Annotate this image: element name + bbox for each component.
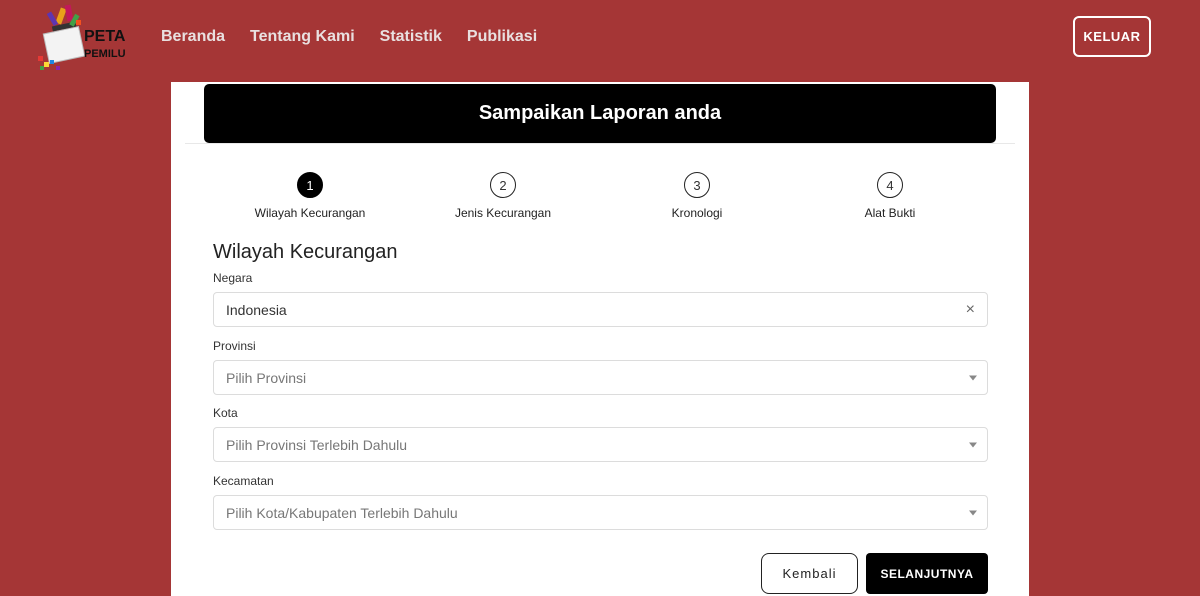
step-number: 4	[877, 172, 903, 198]
step-label: Kronologi	[671, 206, 723, 220]
navbar: PETA PEMILU Beranda Tentang Kami Statist…	[0, 0, 1200, 78]
step-wilayah-kecurangan[interactable]: 1 Wilayah Kecurangan	[235, 172, 385, 220]
kota-placeholder: Pilih Provinsi Terlebih Dahulu	[226, 436, 408, 453]
kecamatan-select[interactable]: Pilih Kota/Kabupaten Terlebih Dahulu	[213, 495, 988, 530]
step-label: Wilayah Kecurangan	[254, 206, 366, 220]
negara-value: Indonesia	[226, 301, 287, 318]
provinsi-label: Provinsi	[213, 339, 256, 353]
back-button[interactable]: Kembali	[761, 553, 858, 594]
report-card: Sampaikan Laporan anda 1 Wilayah Kecuran…	[171, 82, 1029, 596]
nav-links: Beranda Tentang Kami Statistik Publikasi	[161, 28, 562, 46]
negara-label: Negara	[213, 271, 253, 285]
next-button[interactable]: SELANJUTNYA	[866, 553, 988, 594]
kecamatan-placeholder: Pilih Kota/Kabupaten Terlebih Dahulu	[226, 504, 458, 521]
logout-button[interactable]: KELUAR	[1073, 16, 1151, 57]
step-kronologi[interactable]: 3 Kronologi	[622, 172, 772, 220]
step-label: Jenis Kecurangan	[454, 206, 552, 220]
nav-item-tentang-kami[interactable]: Tentang Kami	[250, 28, 355, 46]
caret-down-icon	[969, 510, 977, 515]
kota-select[interactable]: Pilih Provinsi Terlebih Dahulu	[213, 427, 988, 462]
provinsi-placeholder: Pilih Provinsi	[226, 369, 307, 386]
brand-line1: PETA	[84, 28, 126, 45]
caret-down-icon	[969, 442, 977, 447]
card-header: Sampaikan Laporan anda	[204, 84, 996, 143]
divider	[185, 143, 1015, 144]
step-alat-bukti[interactable]: 4 Alat Bukti	[815, 172, 965, 220]
nav-item-beranda[interactable]: Beranda	[161, 28, 225, 46]
step-label: Alat Bukti	[864, 206, 916, 220]
kecamatan-label: Kecamatan	[213, 474, 274, 488]
step-number: 3	[684, 172, 710, 198]
provinsi-select[interactable]: Pilih Provinsi	[213, 360, 988, 395]
page-title: Sampaikan Laporan anda	[478, 102, 722, 124]
nav-item-publikasi[interactable]: Publikasi	[467, 28, 537, 46]
caret-down-icon	[969, 375, 977, 380]
brand-line2: PEMILU	[84, 48, 126, 60]
negara-select[interactable]: Indonesia ×	[213, 292, 988, 327]
step-jenis-kecurangan[interactable]: 2 Jenis Kecurangan	[428, 172, 578, 220]
step-number: 2	[490, 172, 516, 198]
kota-label: Kota	[213, 406, 238, 420]
nav-item-statistik[interactable]: Statistik	[380, 28, 442, 46]
brand-logo[interactable]: PETA PEMILU	[36, 2, 126, 74]
step-number: 1	[297, 172, 323, 198]
section-title: Wilayah Kecurangan	[213, 241, 398, 263]
clear-icon[interactable]: ×	[966, 301, 975, 319]
